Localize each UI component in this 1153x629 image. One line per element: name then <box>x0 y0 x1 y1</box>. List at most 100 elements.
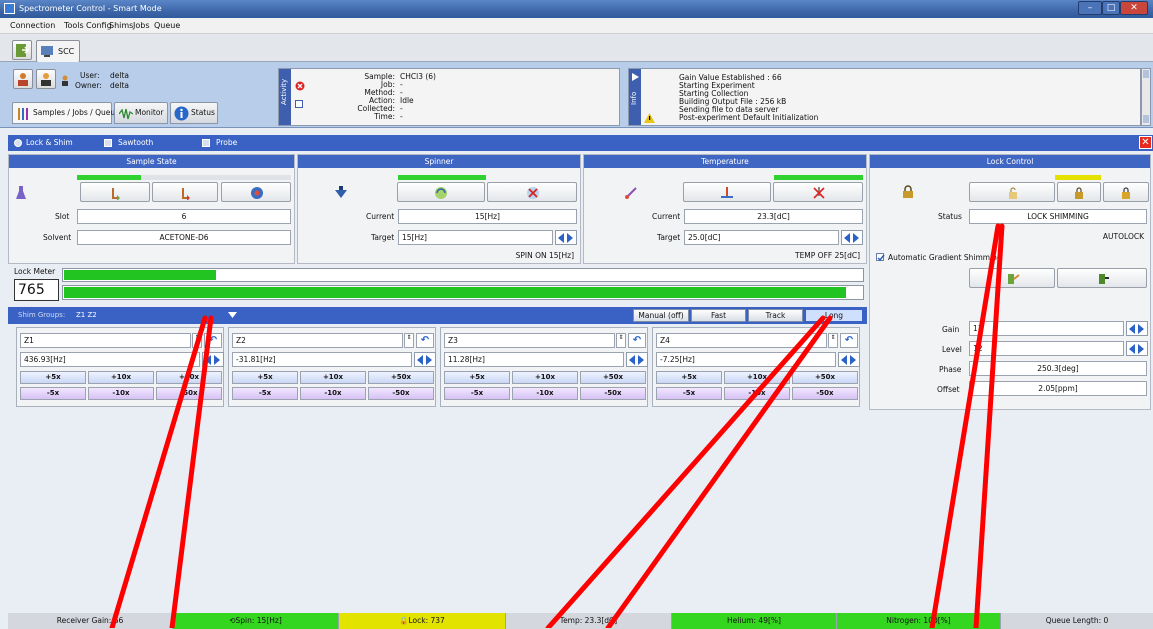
shim-z3-plus50[interactable]: +50x <box>580 371 646 384</box>
shim-z1-plus10[interactable]: +10x <box>88 371 154 384</box>
shim-value-z1[interactable]: 436.93[Hz] <box>20 352 200 367</box>
shim-z4-plus5[interactable]: +5x <box>656 371 722 384</box>
probe-checkbox[interactable] <box>202 139 210 147</box>
shim-name-z3[interactable]: Z3 <box>444 333 615 348</box>
shim-z1-minus5[interactable]: -5x <box>20 387 86 400</box>
shim-z4-minus10[interactable]: -10x <box>724 387 790 400</box>
shim-stepper-z3[interactable] <box>626 352 648 367</box>
lock-shim-radio[interactable] <box>14 139 22 147</box>
shim-z3-minus10[interactable]: -10x <box>512 387 578 400</box>
shim-value-z2[interactable]: -31.81[Hz] <box>232 352 412 367</box>
auto-gradient-checkbox[interactable] <box>876 253 885 262</box>
exit-button[interactable] <box>12 40 32 60</box>
lock-gain-stepper[interactable] <box>1126 321 1148 336</box>
shim-mode-track[interactable]: Track <box>748 309 803 322</box>
solvent-field[interactable]: ACETONE-D6 <box>77 230 291 245</box>
shim-z3-minus50[interactable]: -50x <box>580 387 646 400</box>
shim-z1-plus5[interactable]: +5x <box>20 371 86 384</box>
spinner-target-field[interactable]: 15[Hz] <box>398 230 553 245</box>
shim-select-z3[interactable]: ⇕ <box>616 333 626 348</box>
shim-stepper-z1[interactable] <box>202 352 224 367</box>
shim-z1-plus50[interactable]: +50x <box>156 371 222 384</box>
lock-phase-field[interactable]: 250.3[deg] <box>969 361 1147 376</box>
autolock-button[interactable] <box>1103 182 1149 202</box>
shim-z3-plus10[interactable]: +10x <box>512 371 578 384</box>
shim-z4-plus10[interactable]: +10x <box>724 371 790 384</box>
lock-offset-field[interactable]: 2.05[ppm] <box>969 381 1147 396</box>
shim-value-z3[interactable]: 11.28[Hz] <box>444 352 624 367</box>
shim-mode-long[interactable]: Long <box>805 309 863 322</box>
shim-select-z1[interactable]: ⇕ <box>192 333 202 348</box>
shim-z2-minus10[interactable]: -10x <box>300 387 366 400</box>
lock-level-field[interactable]: 12 <box>969 341 1124 356</box>
play-icon[interactable] <box>630 72 640 82</box>
shim-select-z4[interactable]: ⇕ <box>828 333 838 348</box>
shim-name-z4[interactable]: Z4 <box>656 333 827 348</box>
temp-on-button[interactable] <box>683 182 771 202</box>
shim-stepper-z4[interactable] <box>838 352 860 367</box>
shim-z4-minus5[interactable]: -5x <box>656 387 722 400</box>
temperature-target-stepper[interactable] <box>841 230 863 245</box>
menu-jobs[interactable]: Jobs <box>133 21 150 30</box>
tab-monitor[interactable]: Monitor <box>114 102 168 124</box>
lock-gain-field[interactable]: 11 <box>969 321 1124 336</box>
lock-on-button[interactable] <box>1057 182 1101 202</box>
shim-select-z2[interactable]: ⇕ <box>404 333 414 348</box>
shim-z2-plus5[interactable]: +5x <box>232 371 298 384</box>
shim-z4-plus50[interactable]: +50x <box>792 371 858 384</box>
shim-z1-minus50[interactable]: -50x <box>156 387 222 400</box>
activity-checkbox[interactable] <box>295 100 303 108</box>
shim-mode-fast[interactable]: Fast <box>691 309 746 322</box>
lock-off-button[interactable] <box>969 182 1055 202</box>
shim-stepper-z2[interactable] <box>414 352 436 367</box>
spinner-target-stepper[interactable] <box>555 230 577 245</box>
shim-z4-minus50[interactable]: -50x <box>792 387 858 400</box>
owner-button[interactable] <box>36 69 56 89</box>
shim-group-value[interactable]: Z1 Z2 <box>76 311 97 319</box>
tab-samples-jobs-queue[interactable]: Samples / Jobs / Queue <box>12 102 120 124</box>
shim-z1-minus10[interactable]: -10x <box>88 387 154 400</box>
undo-icon[interactable]: ↶ <box>840 333 858 348</box>
maximize-icon[interactable]: □ <box>1102 1 1120 15</box>
chevron-down-icon[interactable] <box>228 311 237 319</box>
menu-tools[interactable]: Tools <box>64 21 84 30</box>
undo-icon[interactable]: ↶ <box>204 333 222 348</box>
gradient-shim-button[interactable] <box>969 268 1055 288</box>
shim-z2-plus50[interactable]: +50x <box>368 371 434 384</box>
temp-off-button[interactable] <box>773 182 863 202</box>
shim-z3-plus5[interactable]: +5x <box>444 371 510 384</box>
menu-queue[interactable]: Queue <box>154 21 180 30</box>
user-button[interactable] <box>13 69 33 89</box>
shim-z2-minus50[interactable]: -50x <box>368 387 434 400</box>
undo-icon[interactable]: ↶ <box>628 333 646 348</box>
undo-icon[interactable]: ↶ <box>416 333 434 348</box>
gradient-shim-stop-button[interactable] <box>1057 268 1147 288</box>
sawtooth-checkbox[interactable] <box>104 139 112 147</box>
sample-changer-button[interactable] <box>221 182 291 202</box>
close-panel-button[interactable]: ✕ <box>1139 136 1152 149</box>
temperature-target-field[interactable]: 25.0[dC] <box>684 230 839 245</box>
menu-connection[interactable]: Connection <box>10 21 55 30</box>
shim-z2-minus5[interactable]: -5x <box>232 387 298 400</box>
tab-status[interactable]: Status <box>170 102 218 124</box>
minimize-icon[interactable]: – <box>1078 1 1102 15</box>
shim-name-z2[interactable]: Z2 <box>232 333 403 348</box>
slot-field[interactable]: 6 <box>77 209 291 224</box>
shim-z3-minus5[interactable]: -5x <box>444 387 510 400</box>
scroll-up-icon[interactable] <box>1143 70 1149 78</box>
menu-config[interactable]: Config <box>86 21 112 30</box>
scroll-down-icon[interactable] <box>1143 115 1149 123</box>
info-scrollbar[interactable] <box>1141 68 1151 126</box>
spin-off-button[interactable] <box>487 182 577 202</box>
insert-sample-button[interactable] <box>80 182 150 202</box>
shim-value-z4[interactable]: -7.25[Hz] <box>656 352 836 367</box>
shim-z2-plus10[interactable]: +10x <box>300 371 366 384</box>
shim-mode-manual[interactable]: Manual (off) <box>633 309 689 322</box>
close-icon[interactable]: ✕ <box>1120 1 1148 15</box>
lock-level-stepper[interactable] <box>1126 341 1148 356</box>
spin-on-button[interactable] <box>397 182 485 202</box>
shim-name-z1[interactable]: Z1 <box>20 333 191 348</box>
menu-shims[interactable]: Shims <box>109 21 133 30</box>
eject-sample-button[interactable] <box>152 182 218 202</box>
tab-scc[interactable]: SCC <box>36 40 80 62</box>
